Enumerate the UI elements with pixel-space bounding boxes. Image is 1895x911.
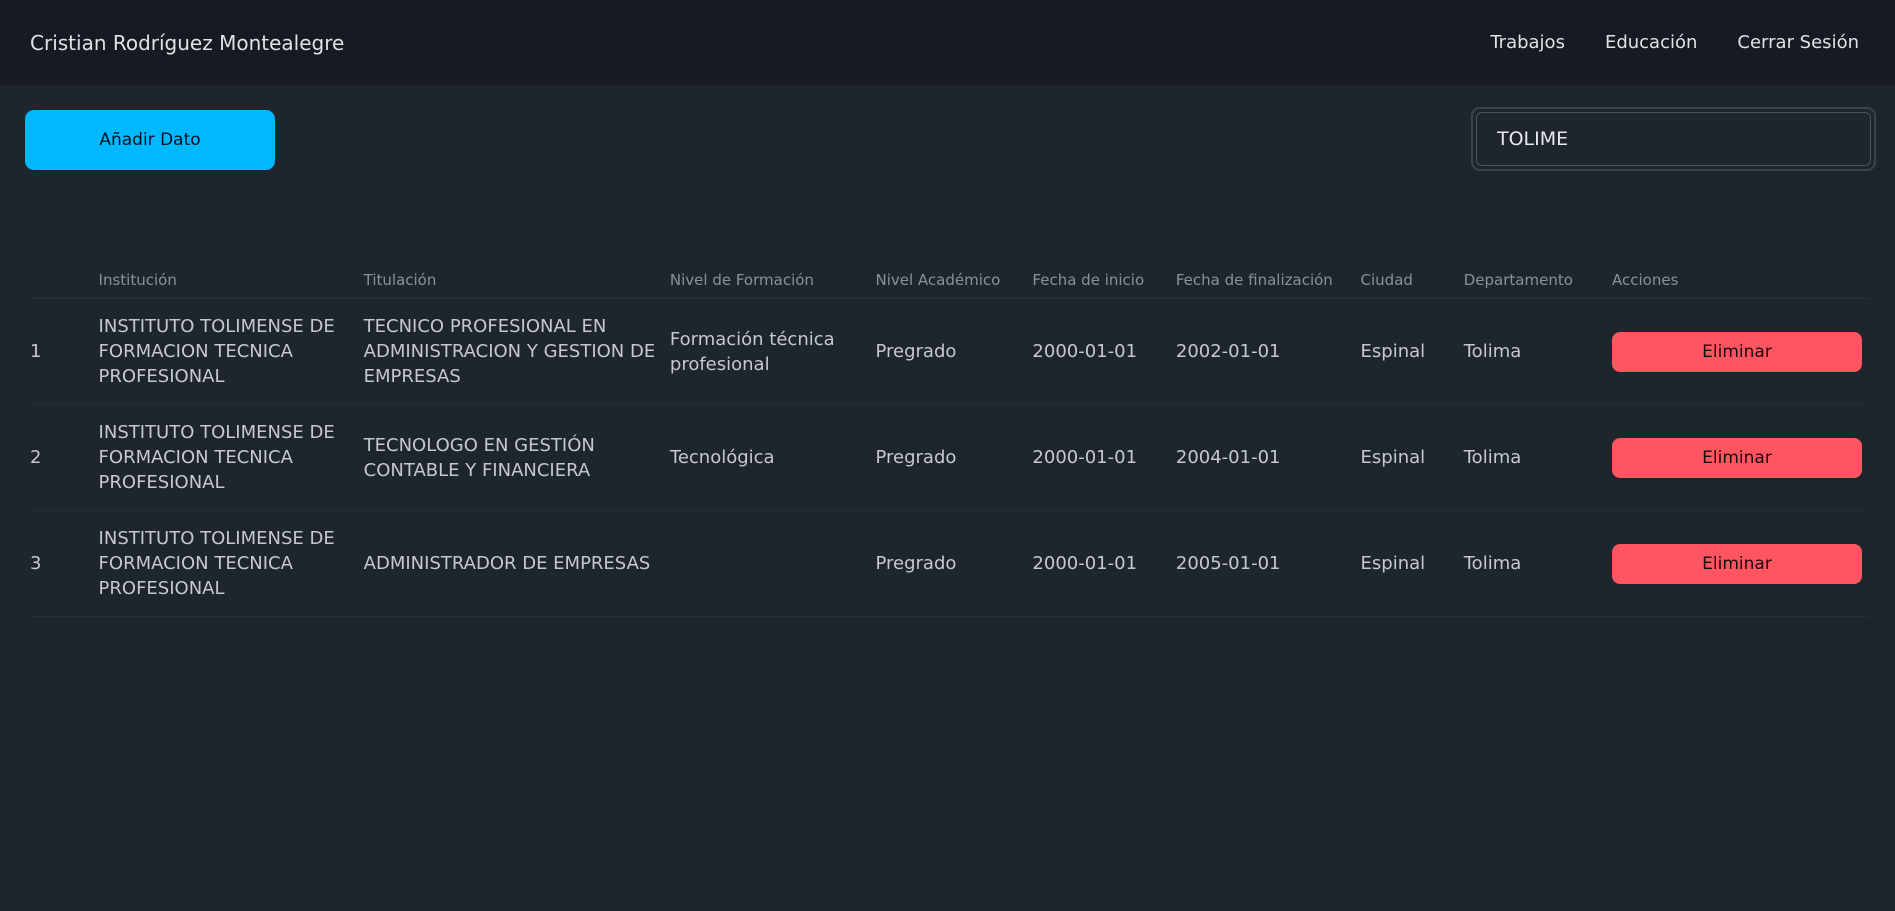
navbar: Cristian Rodríguez Montealegre Trabajos … (0, 0, 1895, 85)
cell-nivel-formacion (669, 510, 876, 617)
cell-nivel-formacion: Formación técnica profesional (669, 298, 876, 405)
header-nivel-academico: Nivel Académico (875, 262, 1033, 299)
table-header-row: Institución Titulación Nivel de Formació… (30, 262, 1870, 299)
cell-institucion: INSTITUTO TOLIMENSE DE FORMACION TECNICA… (98, 404, 364, 511)
search-input[interactable] (1476, 112, 1871, 166)
cell-ciudad: Espinal (1360, 510, 1464, 617)
search-container (1471, 107, 1876, 171)
header-titulacion: Titulación (363, 262, 670, 299)
cell-departamento: Tolima (1463, 510, 1612, 617)
table-row: 2 INSTITUTO TOLIMENSE DE FORMACION TECNI… (30, 404, 1870, 511)
row-index: 3 (30, 510, 99, 617)
nav-link-educacion[interactable]: Educación (1605, 32, 1697, 53)
cell-fecha-inicio: 2000-01-01 (1032, 510, 1176, 617)
cell-fecha-fin: 2002-01-01 (1175, 298, 1361, 405)
delete-button[interactable]: Eliminar (1612, 331, 1862, 372)
header-nivel-formacion: Nivel de Formación (669, 262, 876, 299)
cell-nivel-academico: Pregrado (875, 298, 1033, 405)
cell-titulacion: ADMINISTRADOR DE EMPRESAS (363, 510, 670, 617)
cell-departamento: Tolima (1463, 404, 1612, 511)
row-index: 2 (30, 404, 99, 511)
cell-titulacion: TECNOLOGO EN GESTIÓN CONTABLE Y FINANCIE… (363, 404, 670, 511)
cell-acciones: Eliminar (1612, 298, 1870, 405)
education-table: Institución Titulación Nivel de Formació… (30, 262, 1870, 617)
cell-departamento: Tolima (1463, 298, 1612, 405)
cell-nivel-academico: Pregrado (875, 404, 1033, 511)
cell-fecha-fin: 2005-01-01 (1175, 510, 1361, 617)
header-index (30, 262, 99, 299)
add-data-button[interactable]: Añadir Dato (25, 110, 275, 170)
cell-ciudad: Espinal (1360, 404, 1464, 511)
row-index: 1 (30, 298, 99, 405)
cell-institucion: INSTITUTO TOLIMENSE DE FORMACION TECNICA… (98, 298, 364, 405)
delete-button[interactable]: Eliminar (1612, 437, 1862, 478)
cell-fecha-inicio: 2000-01-01 (1032, 404, 1176, 511)
delete-button[interactable]: Eliminar (1612, 543, 1862, 584)
nav-link-trabajos[interactable]: Trabajos (1490, 32, 1565, 53)
header-fecha-inicio: Fecha de inicio (1032, 262, 1176, 299)
cell-nivel-academico: Pregrado (875, 510, 1033, 617)
header-departamento: Departamento (1463, 262, 1612, 299)
cell-nivel-formacion: Tecnológica (669, 404, 876, 511)
header-ciudad: Ciudad (1360, 262, 1464, 299)
cell-fecha-inicio: 2000-01-01 (1032, 298, 1176, 405)
header-fecha-fin: Fecha de finalización (1175, 262, 1361, 299)
brand-name[interactable]: Cristian Rodríguez Montealegre (30, 31, 344, 55)
nav-links: Trabajos Educación Cerrar Sesión (1490, 32, 1859, 53)
cell-acciones: Eliminar (1612, 510, 1870, 617)
table-row: 1 INSTITUTO TOLIMENSE DE FORMACION TECNI… (30, 298, 1870, 405)
header-institucion: Institución (98, 262, 364, 299)
table-row: 3 INSTITUTO TOLIMENSE DE FORMACION TECNI… (30, 510, 1870, 617)
header-acciones: Acciones (1612, 262, 1870, 299)
nav-link-cerrar-sesion[interactable]: Cerrar Sesión (1737, 32, 1859, 53)
cell-acciones: Eliminar (1612, 404, 1870, 511)
cell-titulacion: TECNICO PROFESIONAL EN ADMINISTRACION Y … (363, 298, 670, 405)
cell-fecha-fin: 2004-01-01 (1175, 404, 1361, 511)
cell-institucion: INSTITUTO TOLIMENSE DE FORMACION TECNICA… (98, 510, 364, 617)
cell-ciudad: Espinal (1360, 298, 1464, 405)
